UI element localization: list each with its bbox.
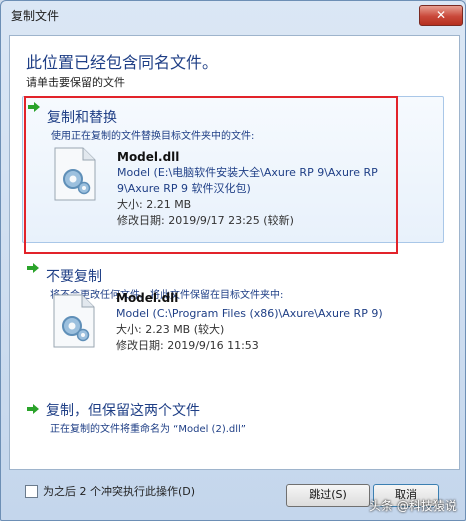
instruction-text: 请单击要保留的文件 bbox=[26, 76, 125, 89]
highlight-box bbox=[24, 96, 398, 254]
checkbox-label: 为之后 2 个冲突执行此操作(D) bbox=[43, 485, 196, 498]
file-modified-date: 修改日期: 2019/9/16 11:53 bbox=[116, 339, 259, 352]
dll-file-icon bbox=[53, 294, 95, 348]
close-button[interactable]: ✕ bbox=[419, 5, 463, 26]
copy-file-dialog: 复制文件 ✕ 此位置已经包含同名文件。 请单击要保留的文件 复制和替换 使用正在… bbox=[0, 0, 466, 521]
file-details: Model.dll Model (C:\Program Files (x86)\… bbox=[116, 290, 416, 354]
option-title: 复制，但保留这两个文件 bbox=[46, 403, 200, 419]
green-arrow-icon bbox=[27, 263, 39, 273]
file-path: Model (C:\Program Files (x86)\Axure\Axur… bbox=[116, 307, 383, 320]
title-bar[interactable]: 复制文件 ✕ bbox=[1, 1, 465, 35]
file-name: Model.dll bbox=[116, 291, 179, 305]
page-title: 此位置已经包含同名文件。 bbox=[26, 53, 219, 72]
green-arrow-icon bbox=[27, 404, 39, 414]
option-description: 正在复制的文件将重命名为 “Model (2).dll” bbox=[50, 424, 246, 435]
option-copy-keep-both[interactable]: 复制，但保留这两个文件 正在复制的文件将重命名为 “Model (2).dll” bbox=[22, 396, 442, 441]
watermark: 头条 @科技猿说 bbox=[369, 499, 457, 513]
option-dont-copy[interactable]: 不要复制 将不会更改任何文件。将此文件保留在目标文件夹中: Model.dll … bbox=[22, 258, 442, 383]
skip-button[interactable]: 跳过(S) bbox=[286, 484, 370, 507]
file-size: 大小: 2.23 MB (较大) bbox=[116, 323, 225, 336]
apply-to-all-checkbox[interactable]: 为之后 2 个冲突执行此操作(D) bbox=[25, 483, 195, 499]
checkbox-icon[interactable] bbox=[25, 484, 38, 498]
option-title: 不要复制 bbox=[46, 269, 102, 285]
window-title: 复制文件 bbox=[11, 9, 60, 23]
